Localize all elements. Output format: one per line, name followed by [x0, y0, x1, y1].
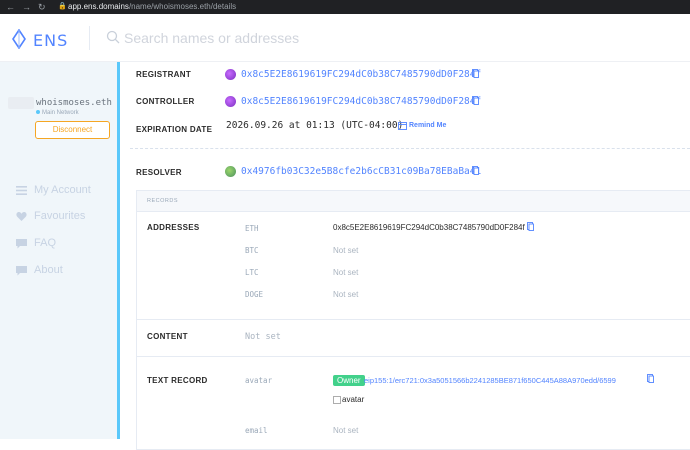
copy-icon[interactable] [647, 374, 654, 383]
records-divider [137, 356, 690, 357]
sidebar-item-faq[interactable]: FAQ [16, 236, 56, 250]
header-divider [89, 26, 90, 50]
avatar-record-link[interactable]: eip155:1/erc721:0x3a5051566b2241285BE871… [364, 376, 616, 385]
address-value-eth[interactable]: 0x8c5E2E8619619FC294dC0b38C7485790dD0F28… [333, 223, 525, 232]
records-header: RECORDS [137, 191, 690, 212]
address-key-btc: BTC [245, 246, 259, 255]
broken-image-icon [333, 395, 341, 404]
records-title: RECORDS [147, 198, 179, 204]
sidebar-item-label: My Account [34, 184, 91, 196]
registrant-address-link[interactable]: 0x8c5E2E8619619FC294dC0b38C7485790dD0F28… [241, 69, 481, 80]
reload-icon[interactable]: ↻ [38, 2, 46, 13]
sidebar-item-my-account[interactable]: My Account [16, 183, 91, 197]
resolver-label: RESOLVER [136, 168, 182, 177]
sidebar-item-label: Favourites [34, 210, 86, 222]
chat-icon [16, 265, 27, 275]
resolver-avatar-icon [225, 166, 236, 177]
remind-me-button[interactable]: Remind Me [398, 121, 446, 130]
text-record-key-email: email [245, 426, 268, 435]
avatar-image-alt: avatar [342, 395, 365, 404]
controller-address-link[interactable]: 0x8c5E2E8619619FC294dC0b38C7485790dD0F28… [241, 96, 481, 107]
copy-icon[interactable] [527, 222, 534, 231]
url-path: /name/whoismoses.eth/details [128, 2, 237, 11]
owner-badge: Owner [333, 375, 365, 386]
calendar-icon [398, 122, 407, 130]
address-value-ltc: Not set [333, 268, 359, 277]
sidebar-item-favourites[interactable]: Favourites [16, 209, 85, 223]
network-dot-icon [36, 110, 40, 114]
lock-icon: 🔒 [58, 3, 67, 10]
heart-icon [16, 211, 27, 221]
controller-avatar-icon [225, 96, 236, 107]
address-key-eth: ETH [245, 224, 259, 233]
address-value-btc: Not set [333, 246, 359, 255]
search-icon [106, 30, 120, 44]
chat-icon [16, 238, 27, 248]
sidebar-item-about[interactable]: About [16, 263, 63, 277]
account-name[interactable]: whoismoses.eth [36, 98, 112, 108]
records-panel: RECORDS ADDRESSES ETH 0x8c5E2E8619619FC2… [136, 190, 690, 450]
user-icon [16, 185, 27, 195]
name-details-panel: REGISTRANT 0x8c5E2E8619619FC294dC0b38C74… [120, 62, 690, 450]
section-divider [130, 148, 690, 149]
network-indicator: Main Network [36, 110, 79, 116]
address-key-doge: DOGE [245, 290, 264, 299]
email-value: Not set [333, 426, 359, 435]
addresses-label: ADDRESSES [147, 223, 200, 232]
expiration-date: 2026.09.26 at 01:13 (UTC-04:00) [226, 120, 404, 131]
records-divider [137, 319, 690, 320]
app-header: ENS [0, 14, 690, 62]
controller-label: CONTROLLER [136, 97, 195, 106]
avatar-image: avatar [333, 395, 364, 404]
logo-text[interactable]: ENS [33, 31, 68, 50]
browser-toolbar: ← → ↻ 🔒 app.ens.domains/name/whoismoses.… [0, 0, 690, 14]
sidebar [0, 62, 117, 439]
network-label: Main Network [42, 110, 79, 116]
text-record-key-avatar: avatar [245, 376, 273, 385]
content-value: Not set [245, 332, 281, 342]
expiration-label: EXPIRATION DATE [136, 125, 213, 134]
content-label: CONTENT [147, 332, 188, 341]
sidebar-item-label: About [34, 264, 63, 276]
remind-me-label: Remind Me [409, 122, 447, 129]
ens-logo-icon[interactable] [9, 29, 29, 49]
copy-icon[interactable] [472, 96, 479, 105]
text-record-label: TEXT RECORD [147, 376, 208, 385]
resolver-address-link[interactable]: 0x4976fb03C32e5B8cfe2b6cCB31c09Ba78EBaBa… [241, 166, 481, 177]
address-key-ltc: LTC [245, 268, 259, 277]
back-arrow-icon[interactable]: ← [6, 2, 15, 12]
url-host: app.ens.domains [68, 2, 129, 11]
copy-icon[interactable] [472, 69, 479, 78]
disconnect-button[interactable]: Disconnect [35, 121, 110, 139]
registrant-avatar-icon [225, 69, 236, 80]
search-input[interactable] [124, 28, 524, 48]
forward-arrow-icon[interactable]: → [22, 2, 31, 12]
sidebar-item-label: FAQ [34, 237, 57, 249]
copy-icon[interactable] [472, 166, 479, 175]
address-value-doge: Not set [333, 290, 359, 299]
account-avatar [8, 97, 34, 109]
registrant-label: REGISTRANT [136, 70, 191, 79]
address-bar[interactable]: app.ens.domains/name/whoismoses.eth/deta… [68, 2, 236, 11]
